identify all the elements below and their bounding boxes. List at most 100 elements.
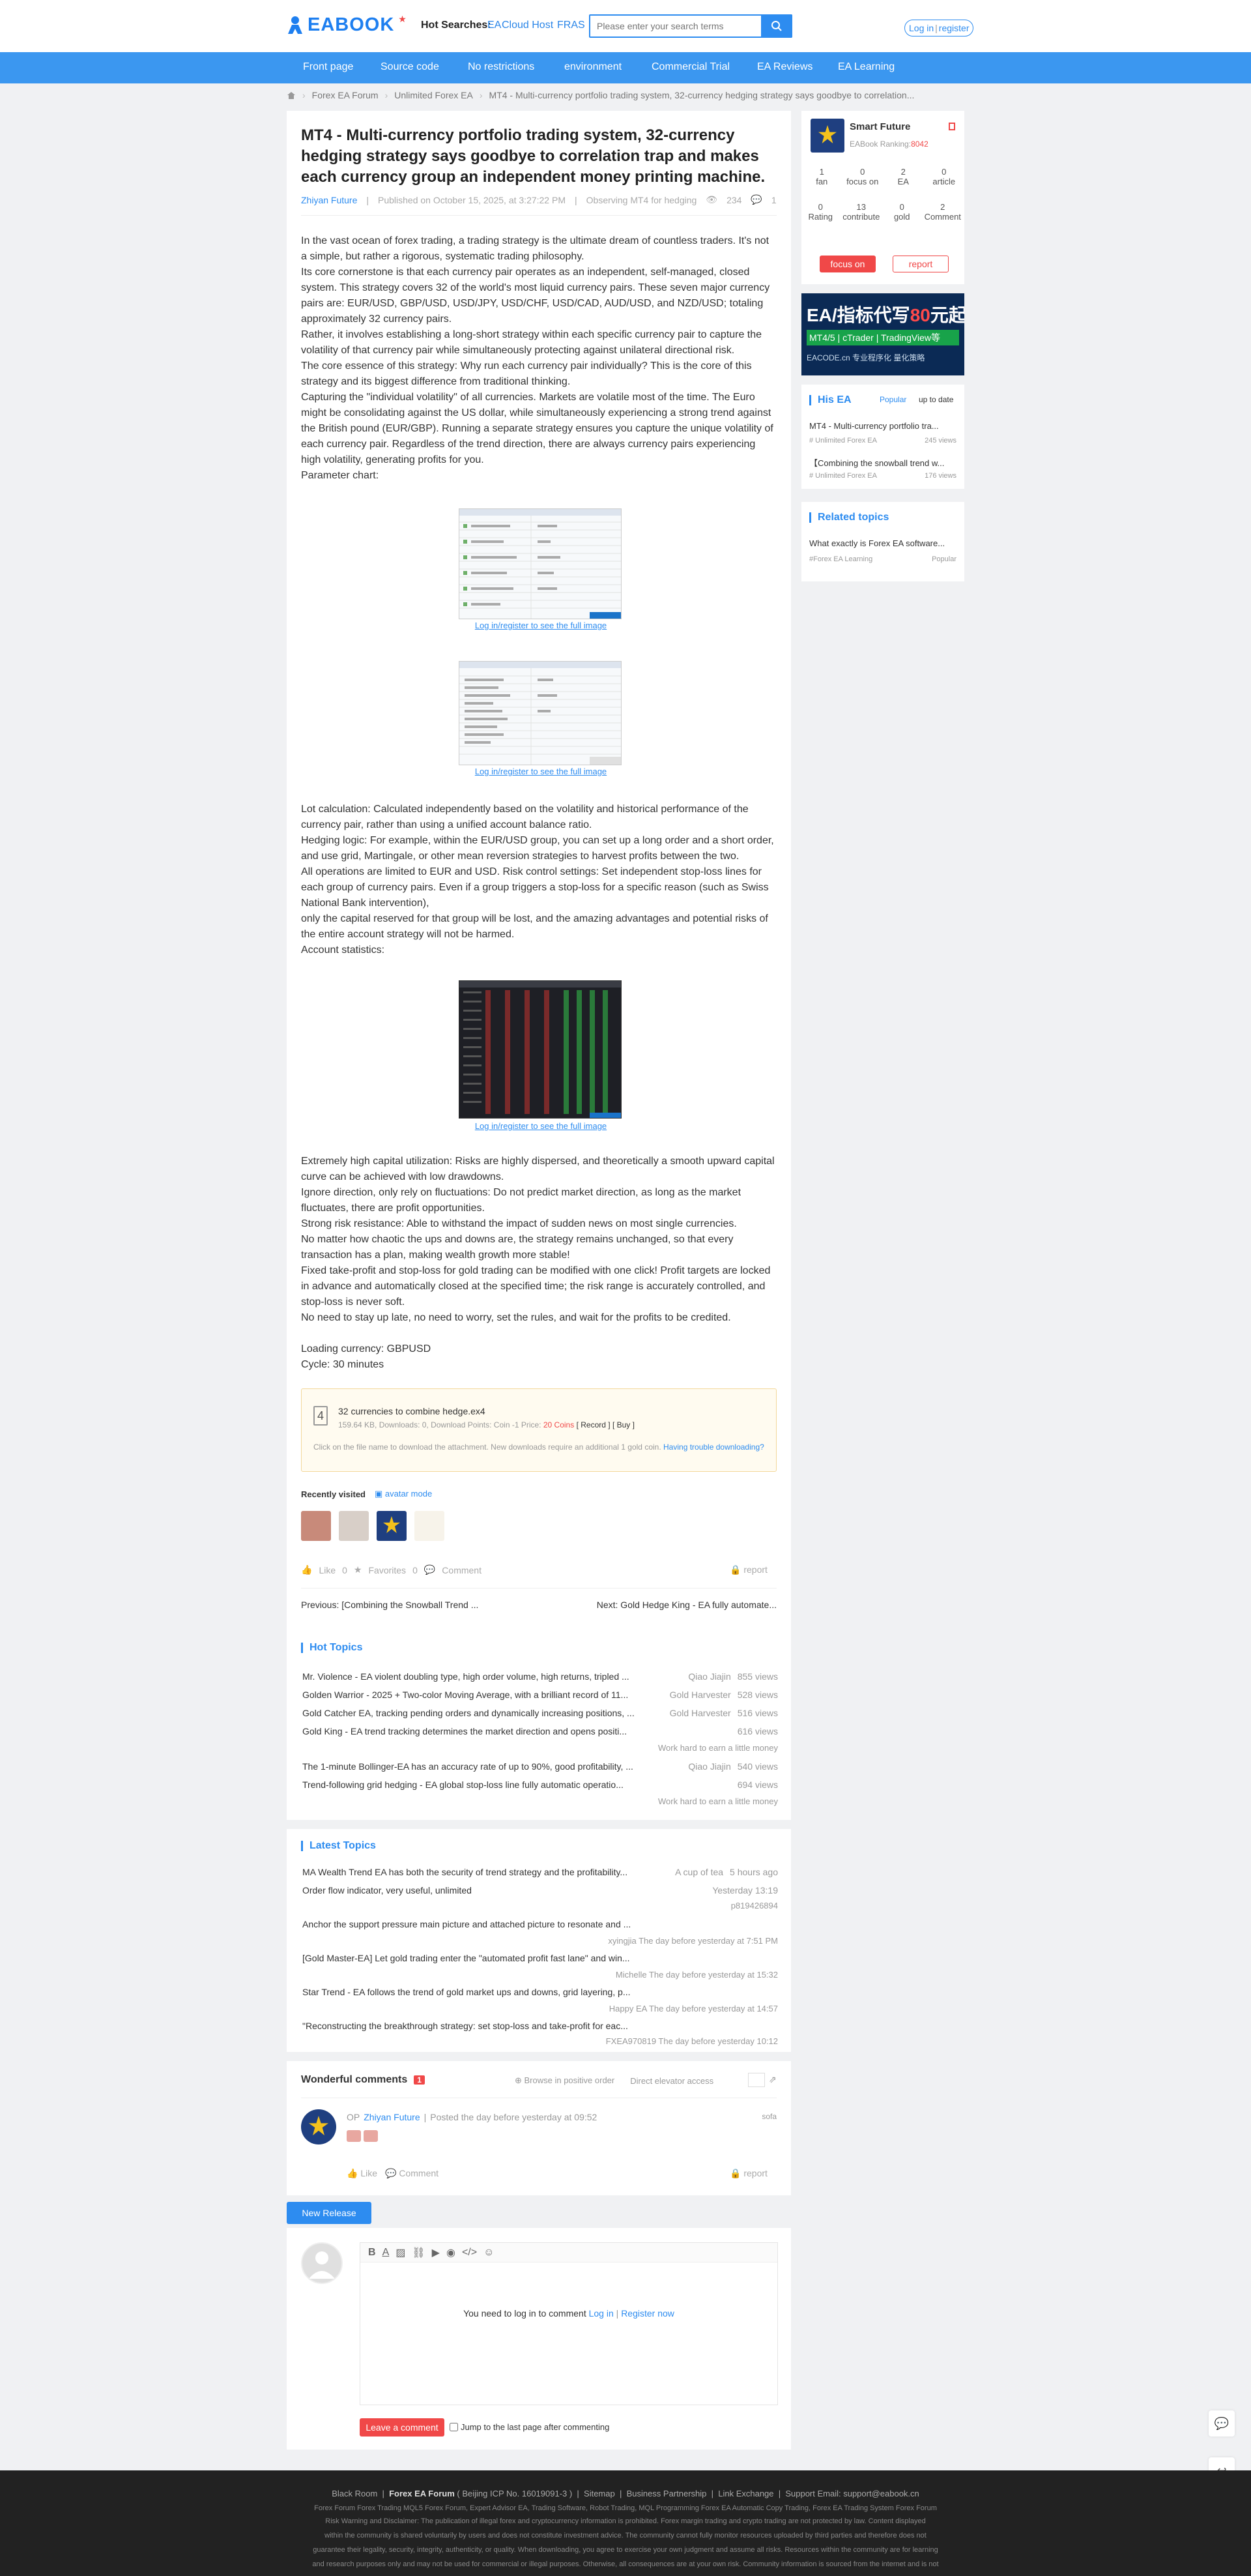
post-author[interactable]: Zhiyan Future	[301, 195, 357, 205]
report-action[interactable]: 🔒 report	[730, 1564, 768, 1575]
nav-source-code[interactable]: Source code	[381, 61, 439, 73]
comment-report-button[interactable]: 🔒 report	[730, 2168, 768, 2179]
body-paragraph: No matter how chaotic the ups and downs …	[301, 1234, 734, 1261]
his-ea-item-title[interactable]: MT4 - Multi-currency portfolio tra...	[809, 421, 959, 431]
visitor-avatar[interactable]	[377, 1511, 407, 1541]
commenter-avatar[interactable]	[301, 2109, 336, 2144]
comment-button[interactable]: Comment	[442, 1565, 482, 1575]
leave-comment-button[interactable]: Leave a comment	[360, 2418, 444, 2437]
latest-topic-row[interactable]: [Gold Master-EA] Let gold trading enter …	[302, 1953, 778, 1963]
stat-ea[interactable]: 2 EA	[883, 167, 924, 186]
coin-icon[interactable]: ◉	[446, 2246, 455, 2259]
hot-topic-row[interactable]: The 1-minute Bollinger-EA has an accurac…	[302, 1761, 778, 1772]
footer-partnership-link[interactable]: Business Partnership	[627, 2489, 707, 2498]
post-views: 234	[726, 194, 742, 205]
report-author-button[interactable]: report	[893, 256, 949, 272]
stat-article[interactable]: 0 article	[924, 167, 965, 186]
user-placeholder-icon	[309, 2251, 335, 2279]
author-name[interactable]: Smart Future	[850, 121, 910, 132]
parameter-chart-image[interactable]	[459, 508, 622, 619]
stat-following[interactable]: 0 focus on	[842, 167, 884, 186]
hot-link-cloud-host[interactable]: Cloud Host	[502, 20, 553, 31]
follow-button[interactable]: focus on	[820, 256, 876, 272]
download-trouble-link[interactable]: Having trouble downloading?	[663, 1442, 764, 1452]
previous-thread-link[interactable]: Previous: [Combining the Snowball Trend …	[301, 1600, 478, 1610]
editor-register-link[interactable]: Register now	[621, 2308, 674, 2319]
ad-line-3: EACODE.cn 专业程序化 量化策略	[807, 353, 925, 362]
footer-link-exchange[interactable]: Link Exchange	[718, 2489, 773, 2498]
comment-reply-button[interactable]: 💬 Comment	[385, 2168, 439, 2179]
full-image-link-1[interactable]: Log in/register to see the full image	[443, 621, 639, 630]
visitor-avatar[interactable]	[301, 1511, 331, 1541]
hot-topic-row[interactable]: Trend-following grid hedging - EA global…	[302, 1779, 778, 1790]
image-icon[interactable]: ▨	[395, 2246, 405, 2259]
link-icon[interactable]: ⛓	[412, 2246, 425, 2259]
code-icon[interactable]: </>	[462, 2247, 477, 2259]
floor-jump-input[interactable]	[748, 2073, 765, 2087]
avatar-mode-toggle[interactable]: ▣ avatar mode	[375, 1489, 432, 1499]
comment-author[interactable]: Zhiyan Future	[364, 2112, 420, 2122]
stat-fans[interactable]: 1 fan	[801, 167, 842, 186]
stat-label: EA	[897, 177, 909, 186]
footer-sitemap-link[interactable]: Sitemap	[584, 2489, 615, 2498]
ad-banner[interactable]: EA/指标代写80元起 MT4/5 | cTrader | TradingVie…	[801, 293, 964, 375]
register-link[interactable]: register	[939, 23, 970, 33]
hot-topic-row[interactable]: Gold Catcher EA, tracking pending orders…	[302, 1708, 778, 1718]
favorite-button[interactable]: Favorites	[368, 1565, 406, 1575]
latest-topic-row[interactable]: "Reconstructing the breakthrough strateg…	[302, 2021, 778, 2031]
comment-like-button[interactable]: 👍 Like	[347, 2168, 377, 2179]
author-avatar[interactable]	[811, 119, 844, 153]
login-link[interactable]: Log in	[909, 23, 934, 33]
full-image-link-2[interactable]: Log in/register to see the full image	[443, 767, 639, 776]
chat-float-button[interactable]: 💬	[1209, 2410, 1235, 2437]
visitor-avatar[interactable]	[339, 1511, 369, 1541]
home-icon[interactable]	[287, 91, 296, 100]
hot-topic-row[interactable]: Golden Warrior - 2025 + Two-color Moving…	[302, 1690, 778, 1700]
his-ea-tab-latest[interactable]: up to date	[919, 395, 953, 404]
full-image-link-3[interactable]: Log in/register to see the full image	[443, 1121, 639, 1131]
font-color-icon[interactable]: A	[382, 2247, 390, 2259]
jump-last-page-option[interactable]: Jump to the last page after commenting	[450, 2422, 609, 2432]
jump-last-page-checkbox[interactable]	[450, 2423, 458, 2431]
search-button[interactable]	[761, 14, 792, 38]
browse-order-toggle[interactable]: ⊕ Browse in positive order	[515, 2075, 614, 2086]
his-ea-tab-popular[interactable]: Popular	[880, 395, 906, 404]
breadcrumb-category[interactable]: Unlimited Forex EA	[394, 90, 473, 100]
breadcrumb-forum[interactable]: Forex EA Forum	[312, 90, 379, 100]
nav-environment[interactable]: environment	[564, 61, 622, 73]
nav-ea-reviews[interactable]: EA Reviews	[757, 61, 812, 73]
latest-topic-row[interactable]: Star Trend - EA follows the trend of gol…	[302, 1987, 778, 1997]
attachment-info: 159.64 KB, Downloads: 0, Download Points…	[338, 1420, 635, 1429]
nav-commercial-trial[interactable]: Commercial Trial	[652, 61, 730, 73]
nav-no-restrictions[interactable]: No restrictions	[468, 61, 534, 73]
latest-topic-row[interactable]: Order flow indicator, very useful, unlim…	[302, 1885, 778, 1895]
attachment-record-link[interactable]: [ Record ]	[577, 1420, 611, 1429]
hot-link-ea[interactable]: EA	[487, 20, 501, 31]
parameter-chart-image-2[interactable]	[459, 661, 622, 765]
his-ea-item-title[interactable]: 【Combining the snowball trend w...	[809, 456, 959, 469]
related-topic-title[interactable]: What exactly is Forex EA software...	[809, 538, 945, 548]
emoji-icon[interactable]: ☺	[483, 2247, 494, 2259]
new-release-button[interactable]: New Release	[287, 2202, 371, 2224]
hot-topic-row[interactable]: Gold King - EA trend tracking determines…	[302, 1726, 778, 1736]
hot-link-fras[interactable]: FRAS	[557, 20, 585, 31]
nav-ea-learning[interactable]: EA Learning	[838, 61, 895, 73]
latest-topic-row[interactable]: Anchor the support pressure main picture…	[302, 1919, 778, 1929]
footer-black-room-link[interactable]: Black Room	[332, 2489, 377, 2498]
attachment-buy-link[interactable]: [ Buy ]	[612, 1420, 635, 1429]
account-statistics-image[interactable]	[459, 980, 622, 1119]
bold-icon[interactable]: B	[368, 2247, 376, 2259]
latest-topic-row[interactable]: MA Wealth Trend EA has both the security…	[302, 1867, 778, 1877]
site-logo[interactable]: EABOOK ★	[287, 14, 407, 36]
hot-topic-row[interactable]: Mr. Violence - EA violent doubling type,…	[302, 1671, 778, 1682]
nav-front-page[interactable]: Front page	[303, 61, 353, 73]
footer-forum-link[interactable]: Forex EA Forum	[389, 2489, 455, 2498]
video-icon[interactable]: ▶	[432, 2246, 440, 2259]
floor-jump-go-icon[interactable]: ⇗	[769, 2074, 777, 2085]
like-button[interactable]: Like	[319, 1565, 336, 1575]
editor-login-link[interactable]: Log in	[589, 2308, 614, 2319]
visitor-avatar[interactable]	[414, 1511, 444, 1541]
attachment-filename[interactable]: 32 currencies to combine hedge.ex4	[338, 1406, 485, 1416]
topic-author: Work hard to earn a little money	[657, 1796, 778, 1806]
next-thread-link[interactable]: Next: Gold Hedge King - EA fully automat…	[597, 1600, 777, 1610]
